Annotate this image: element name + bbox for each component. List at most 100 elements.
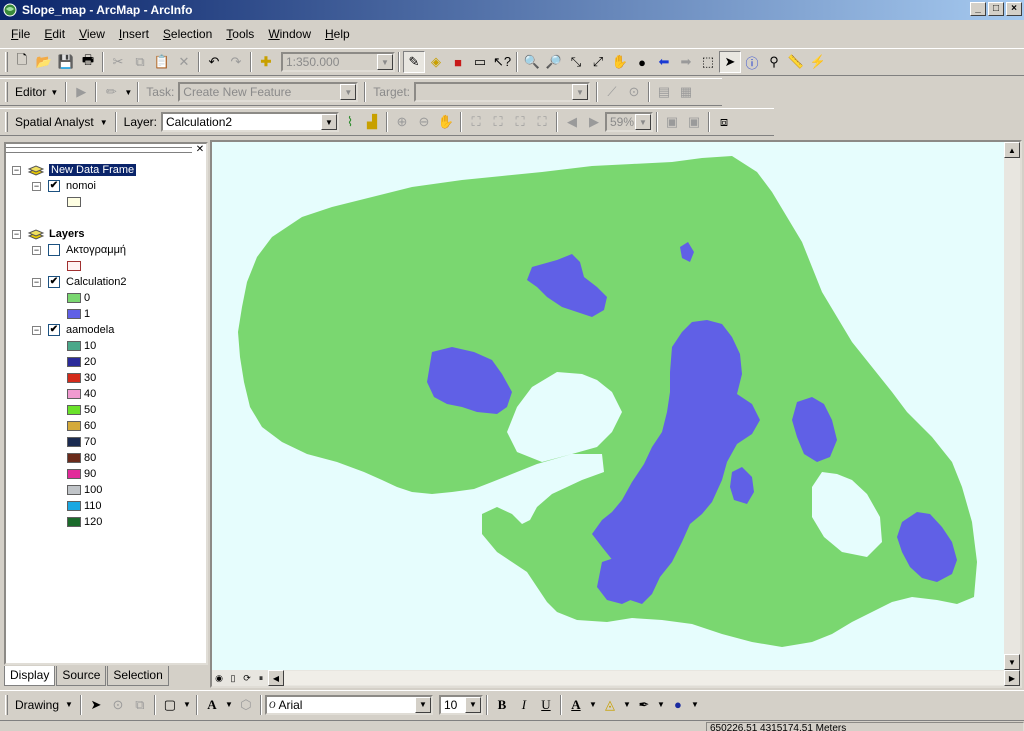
- delete-icon[interactable]: ✕: [173, 51, 195, 73]
- chevron-down-icon[interactable]: ▼: [340, 84, 357, 100]
- symbol-swatch[interactable]: [67, 469, 81, 479]
- add-data-icon[interactable]: ✚: [255, 51, 277, 73]
- contour-icon[interactable]: ⌇: [339, 111, 361, 133]
- hyperlink-icon[interactable]: ⚡: [807, 51, 829, 73]
- task-combo[interactable]: Create New Feature ▼: [178, 82, 359, 102]
- new-document-icon[interactable]: 🗋: [11, 51, 33, 73]
- maximize-button[interactable]: □: [988, 2, 1004, 16]
- toolbar-grip[interactable]: [5, 52, 8, 72]
- legend-class-row[interactable]: 1: [67, 306, 90, 322]
- chevron-down-icon[interactable]: ▼: [377, 54, 393, 70]
- spatial-analyst-menu[interactable]: Spatial Analyst ▼: [11, 115, 112, 129]
- text-dropdown-icon[interactable]: ▼: [223, 694, 235, 716]
- symbol-row[interactable]: [67, 194, 81, 210]
- select-elements-arrow-icon[interactable]: ➤: [85, 694, 107, 716]
- editor-toolbar-icon[interactable]: ✎: [403, 51, 425, 73]
- find-binoculars-icon[interactable]: ⚲: [763, 51, 785, 73]
- zoom-out-layout-icon[interactable]: ⊖: [413, 111, 435, 133]
- horizontal-scroll-track[interactable]: [284, 671, 1004, 685]
- menu-item-tools[interactable]: Tools: [219, 27, 261, 41]
- tab-display[interactable]: Display: [4, 666, 56, 686]
- data-frame-name[interactable]: Layers: [49, 228, 84, 240]
- forward-arrow-icon[interactable]: ➡: [675, 51, 697, 73]
- map-canvas[interactable]: [212, 142, 1004, 670]
- toggle-draft-icon[interactable]: ▣: [661, 111, 683, 133]
- zoom-out-icon[interactable]: 🔎: [543, 51, 565, 73]
- symbol-swatch[interactable]: [67, 357, 81, 367]
- italic-button[interactable]: I: [513, 694, 535, 716]
- rectangle-icon[interactable]: ▢: [159, 694, 181, 716]
- arccatalog-icon[interactable]: ◈: [425, 51, 447, 73]
- layer-row-aamodela[interactable]: − ✔ aamodela: [32, 322, 114, 338]
- forward-extent-layout-icon[interactable]: ▶: [583, 111, 605, 133]
- fill-color-bucket-icon[interactable]: ◬: [599, 694, 621, 716]
- back-extent-layout-icon[interactable]: ◀: [561, 111, 583, 133]
- pause-drawing-icon[interactable]: ⏸: [254, 671, 268, 685]
- menu-item-window[interactable]: Window: [261, 27, 318, 41]
- legend-class-row[interactable]: 70: [67, 434, 96, 450]
- minimize-button[interactable]: _: [970, 2, 986, 16]
- copy-icon[interactable]: ⧉: [129, 51, 151, 73]
- layer-checkbox[interactable]: ✔: [48, 180, 60, 192]
- symbol-swatch[interactable]: [67, 421, 81, 431]
- open-folder-icon[interactable]: 📂: [33, 51, 55, 73]
- legend-class-row[interactable]: 10: [67, 338, 96, 354]
- sketch-dropdown-icon[interactable]: ▼: [122, 81, 134, 103]
- symbol-row[interactable]: [67, 258, 81, 274]
- chevron-down-icon[interactable]: ▼: [571, 84, 588, 100]
- symbol-swatch[interactable]: [67, 341, 81, 351]
- fixed-zoom-out-layout-icon[interactable]: ⛶: [531, 111, 553, 133]
- layer-checkbox[interactable]: ✔: [48, 276, 60, 288]
- collapse-icon[interactable]: −: [12, 165, 21, 175]
- legend-class-row[interactable]: 50: [67, 402, 96, 418]
- symbol-swatch[interactable]: [67, 453, 81, 463]
- fill-color-dropdown-icon[interactable]: ▼: [621, 694, 633, 716]
- layer-row-nomoi[interactable]: − ✔ nomoi: [32, 178, 96, 194]
- drawing-menu[interactable]: Drawing ▼: [11, 698, 77, 712]
- legend-class-row[interactable]: 80: [67, 450, 96, 466]
- marker-color-dropdown-icon[interactable]: ▼: [689, 694, 701, 716]
- measure-icon[interactable]: 📏: [785, 51, 807, 73]
- scroll-up-icon[interactable]: ▲: [1004, 142, 1020, 158]
- zoom-100-icon[interactable]: ⛶: [487, 111, 509, 133]
- new-text-icon[interactable]: A: [201, 694, 223, 716]
- paste-icon[interactable]: 📋: [151, 51, 173, 73]
- tab-selection[interactable]: Selection: [107, 666, 169, 686]
- menu-item-view[interactable]: View: [72, 27, 112, 41]
- tab-source[interactable]: Source: [56, 666, 107, 686]
- edit-vertices-icon[interactable]: ⬡: [235, 694, 257, 716]
- chevron-down-icon[interactable]: ▼: [635, 114, 651, 130]
- line-color-pen-icon[interactable]: ✒: [633, 694, 655, 716]
- symbol-swatch[interactable]: [67, 501, 81, 511]
- layer-row-aktogrammi[interactable]: − Ακτογραμμή: [32, 242, 126, 258]
- legend-class-row[interactable]: 100: [67, 482, 102, 498]
- fixed-zoom-in-layout-icon[interactable]: ⛶: [509, 111, 531, 133]
- zoom-to-selected-icon[interactable]: ⧉: [129, 694, 151, 716]
- scroll-right-icon[interactable]: ▶: [1004, 670, 1020, 686]
- rotate-tool-icon[interactable]: ⊙: [623, 81, 645, 103]
- chevron-down-icon[interactable]: ▼: [321, 114, 337, 130]
- marker-color-icon[interactable]: ●: [667, 694, 689, 716]
- menu-item-file[interactable]: File: [4, 27, 37, 41]
- data-frame-row[interactable]: − Layers: [12, 226, 84, 242]
- redo-icon[interactable]: ↷: [225, 51, 247, 73]
- legend-class-row[interactable]: 30: [67, 370, 96, 386]
- pan-hand-icon[interactable]: ✋: [609, 51, 631, 73]
- sketch-pencil-icon[interactable]: ✏: [100, 81, 122, 103]
- command-line-icon[interactable]: ▭: [469, 51, 491, 73]
- map-vertical-scrollbar[interactable]: ▲ ▼: [1004, 142, 1020, 670]
- font-color-button[interactable]: A: [565, 694, 587, 716]
- symbol-swatch[interactable]: [67, 309, 81, 319]
- scroll-down-icon[interactable]: ▼: [1004, 654, 1020, 670]
- map-display[interactable]: ▲ ▼ ◉ ▯ ⟳ ⏸ ◀ ▶: [210, 140, 1022, 688]
- symbol-swatch[interactable]: [67, 405, 81, 415]
- select-elements-arrow-icon[interactable]: ➤: [719, 51, 741, 73]
- back-arrow-icon[interactable]: ⬅: [653, 51, 675, 73]
- rotate-icon[interactable]: ⊙: [107, 694, 129, 716]
- data-frame-row[interactable]: − New Data Frame: [12, 162, 137, 178]
- legend-class-row[interactable]: 20: [67, 354, 96, 370]
- symbol-swatch[interactable]: [67, 437, 81, 447]
- zoom-in-icon[interactable]: 🔍: [521, 51, 543, 73]
- bold-button[interactable]: B: [491, 694, 513, 716]
- change-layout-icon[interactable]: ⧈: [713, 111, 735, 133]
